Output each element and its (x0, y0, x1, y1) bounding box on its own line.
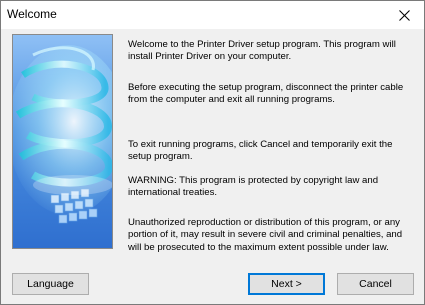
swirl-graphic (13, 35, 112, 248)
copyright-warning: WARNING: This program is protected by co… (128, 175, 379, 199)
close-icon (398, 9, 410, 21)
intro-text: Welcome to the Printer Driver setup prog… (128, 39, 396, 63)
close-button[interactable] (384, 1, 424, 29)
next-button[interactable]: Next > (248, 273, 325, 295)
language-button[interactable]: Language (12, 273, 89, 295)
legal-notice: Unauthorized reproduction or distributio… (128, 217, 403, 253)
setup-banner-image (12, 34, 113, 249)
disconnect-instructions: Before executing the setup program, disc… (128, 82, 404, 106)
title-bar: Welcome (1, 1, 424, 29)
cancel-button[interactable]: Cancel (337, 273, 414, 295)
exit-programs-text: To exit running programs, click Cancel a… (128, 139, 393, 163)
window-title: Welcome (7, 7, 57, 21)
welcome-dialog: Welcome Welcome to the Printer Driver se… (0, 0, 425, 305)
